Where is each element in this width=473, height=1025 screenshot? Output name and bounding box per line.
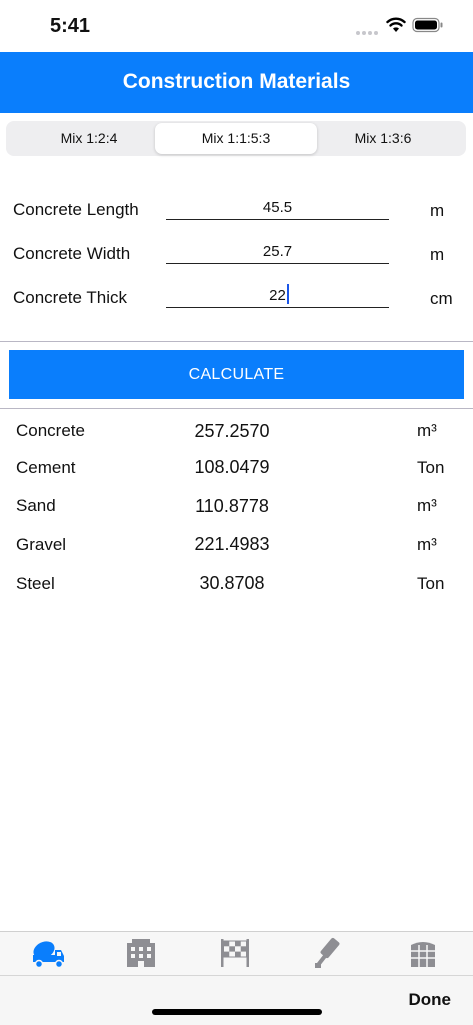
cellular-signal-icon	[356, 22, 380, 35]
keyboard-toolbar: Done	[0, 975, 473, 1025]
result-cement-label: Cement	[16, 458, 76, 477]
status-time: 5:41	[50, 15, 91, 37]
paint-roller-icon	[315, 937, 340, 968]
wifi-icon	[386, 17, 406, 32]
done-button[interactable]: Done	[409, 990, 452, 1010]
concrete-mixer-truck-icon	[33, 941, 64, 969]
concrete-thick-label: Concrete Thick	[13, 288, 128, 307]
result-steel-value: 30.8708	[199, 573, 265, 593]
calculate-button[interactable]: CALCULATE	[9, 350, 464, 399]
divider	[0, 341, 473, 342]
result-cement-value: 108.0479	[194, 457, 270, 477]
concrete-length-label: Concrete Length	[13, 200, 139, 219]
result-gravel-label: Gravel	[16, 535, 67, 554]
result-gravel-unit: m³	[417, 535, 437, 554]
navigation-bar: Construction Materials	[0, 52, 473, 113]
concrete-length-unit: m	[430, 201, 445, 220]
result-cement-unit: Ton	[417, 458, 445, 477]
concrete-length-field[interactable]	[166, 195, 389, 220]
page-title: Construction Materials	[122, 70, 351, 93]
segment-mix-1-2-4[interactable]: Mix 1:2:4	[8, 123, 170, 154]
segment-mix-1-3-6[interactable]: Mix 1:3:6	[302, 123, 464, 154]
result-sand-unit: m³	[417, 496, 437, 515]
tab-tiles[interactable]	[376, 932, 470, 976]
checkered-flag-icon	[221, 939, 249, 967]
tab-paint[interactable]	[282, 932, 376, 976]
battery-icon	[412, 17, 443, 33]
result-steel-label: Steel	[16, 574, 55, 593]
status-bar: 5:41	[0, 0, 473, 52]
tab-concrete[interactable]	[0, 932, 94, 976]
result-gravel-value: 221.4983	[194, 534, 270, 554]
divider	[0, 408, 473, 409]
mix-segmented-control: Mix 1:2:4 Mix 1:1:5:3 Mix 1:3:6	[6, 121, 466, 156]
result-sand-label: Sand	[16, 496, 56, 515]
result-concrete-value: 257.2570	[194, 421, 270, 441]
concrete-thick-field[interactable]	[166, 283, 389, 308]
concrete-thick-unit: cm	[430, 289, 453, 308]
tiles-icon	[411, 942, 435, 967]
result-steel-unit: Ton	[417, 574, 445, 593]
segment-mix-1-1-5-3[interactable]: Mix 1:1:5:3	[155, 123, 317, 154]
home-indicator	[152, 1009, 322, 1015]
result-concrete-unit: m³	[417, 421, 437, 440]
text-cursor	[287, 284, 289, 304]
result-sand-value: 110.8778	[195, 496, 269, 516]
tab-building[interactable]	[94, 932, 188, 976]
tab-finish[interactable]	[188, 932, 282, 976]
building-icon	[127, 939, 155, 967]
concrete-width-field[interactable]	[166, 239, 389, 264]
result-concrete-label: Concrete	[16, 421, 85, 440]
concrete-width-label: Concrete Width	[13, 244, 131, 263]
concrete-width-unit: m	[430, 245, 445, 264]
